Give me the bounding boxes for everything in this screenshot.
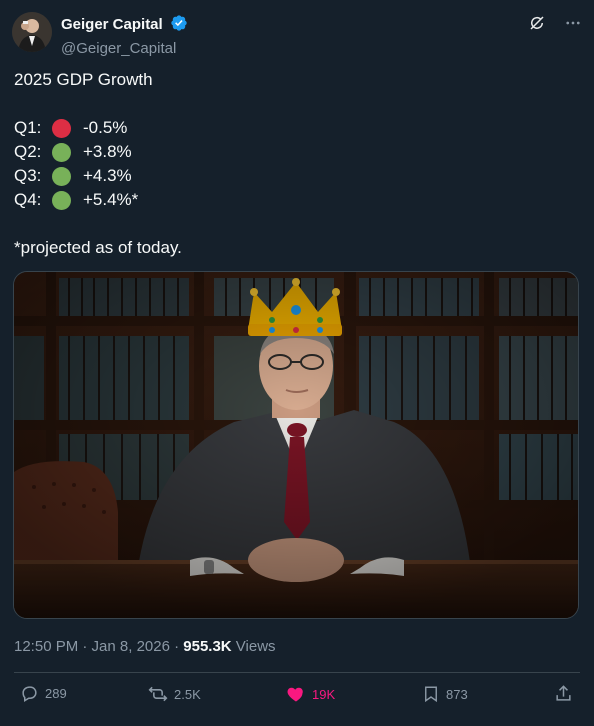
green-circle-icon bbox=[52, 190, 71, 210]
author-info: Geiger Capital @Geiger_Capital bbox=[61, 14, 188, 57]
action-bar: 289 2.5K 19K 873 bbox=[14, 684, 580, 712]
quarter-label: Q2: bbox=[14, 142, 42, 161]
bookmark-icon bbox=[425, 686, 437, 703]
repost-icon bbox=[148, 686, 168, 702]
repost-count: 2.5K bbox=[174, 686, 201, 702]
quarter-label: Q3: bbox=[14, 166, 42, 185]
like-count: 19K bbox=[312, 686, 336, 702]
reply-count: 289 bbox=[45, 686, 67, 701]
more-icon[interactable] bbox=[564, 14, 582, 32]
tweet-meta: 12:50 PM · Jan 8, 2026 · 955.3K Views bbox=[14, 638, 276, 655]
verified-badge-icon bbox=[170, 14, 188, 37]
quarter-row-q2: Q2: +3.8% bbox=[14, 140, 574, 164]
header-actions bbox=[528, 14, 582, 32]
tweet-header: Geiger Capital @Geiger_Capital bbox=[12, 12, 582, 57]
quarter-value: +3.8% bbox=[83, 142, 132, 161]
tweet-text: 2025 GDP Growth Q1: -0.5% Q2: +3.8% Q3: … bbox=[14, 68, 574, 260]
portrait-image bbox=[14, 272, 578, 618]
divider bbox=[14, 672, 580, 673]
tweet: Geiger Capital @Geiger_Capital 2025 GDP … bbox=[0, 0, 594, 726]
quarter-row-q3: Q3: +4.3% bbox=[14, 164, 574, 188]
post-title: 2025 GDP Growth bbox=[14, 70, 153, 89]
quarter-label: Q1: bbox=[14, 118, 42, 137]
views-label: Views bbox=[231, 638, 276, 655]
green-circle-icon bbox=[52, 142, 71, 162]
green-circle-icon bbox=[52, 166, 71, 186]
timestamp[interactable]: 12:50 PM · Jan 8, 2026 · bbox=[14, 638, 183, 655]
tweet-image[interactable] bbox=[13, 271, 579, 619]
bookmark-count: 873 bbox=[446, 686, 468, 702]
grok-icon[interactable] bbox=[528, 14, 546, 32]
like-button[interactable]: 19K bbox=[286, 684, 335, 704]
share-icon bbox=[556, 685, 571, 701]
footnote: *projected as of today. bbox=[14, 238, 182, 257]
avatar[interactable] bbox=[12, 12, 52, 52]
quarter-value: -0.5% bbox=[83, 118, 128, 137]
quarter-value: +5.4%* bbox=[83, 190, 139, 209]
share-button[interactable] bbox=[554, 684, 579, 703]
repost-button[interactable]: 2.5K bbox=[148, 684, 201, 704]
quarter-value: +4.3% bbox=[83, 166, 132, 185]
views-count: 955.3K bbox=[183, 638, 232, 655]
reply-icon bbox=[22, 686, 37, 702]
heart-icon bbox=[287, 687, 303, 702]
red-circle-icon bbox=[52, 118, 71, 138]
quarter-label: Q4: bbox=[14, 190, 42, 209]
quarter-row-q1: Q1: -0.5% bbox=[14, 116, 574, 140]
quarter-row-q4: Q4: +5.4%* bbox=[14, 188, 574, 212]
bookmark-button[interactable]: 873 bbox=[422, 684, 468, 704]
reply-button[interactable]: 289 bbox=[20, 684, 67, 703]
author-handle[interactable]: @Geiger_Capital bbox=[61, 40, 188, 57]
author-name[interactable]: Geiger Capital bbox=[61, 16, 163, 33]
